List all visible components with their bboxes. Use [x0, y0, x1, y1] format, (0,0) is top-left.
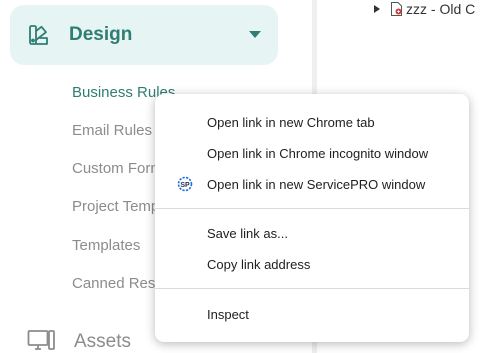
menu-item-open-servicepro[interactable]: SP Open link in new ServicePRO window [155, 170, 469, 198]
nav-section-assets-label: Assets [74, 331, 132, 352]
shared-file-icon [391, 2, 402, 16]
svg-text:SP: SP [180, 182, 190, 189]
swatch-palette-icon [29, 25, 48, 45]
menu-item-label: Copy link address [207, 256, 311, 272]
menu-item-open-new-tab[interactable]: Open link in new Chrome tab [155, 108, 469, 136]
context-menu: Open link in new Chrome tab Open link in… [155, 94, 469, 342]
menu-item-inspect[interactable]: Inspect [155, 300, 469, 328]
app-window: Design Business Rules Email Rules Custom… [0, 0, 486, 353]
menu-item-label: Open link in new Chrome tab [207, 114, 375, 130]
menu-item-label: Save link as... [207, 225, 288, 241]
nav-section-design[interactable]: Design [10, 5, 278, 65]
tree-row[interactable]: zzz - Old C [374, 0, 475, 18]
menu-item-label: Open link in new ServicePRO window [207, 176, 426, 192]
servicepro-icon: SP [177, 176, 193, 192]
chevron-down-icon[interactable] [249, 31, 261, 38]
expand-arrow-icon[interactable] [374, 5, 380, 13]
menu-separator [155, 288, 469, 289]
menu-item-open-incognito[interactable]: Open link in Chrome incognito window [155, 139, 469, 167]
menu-item-label: Open link in Chrome incognito window [207, 145, 429, 161]
menu-item-label: Inspect [207, 306, 249, 322]
tree-row-label: zzz - Old C [406, 1, 476, 17]
sidebar-item-email-rules[interactable]: Email Rules [72, 122, 152, 140]
menu-item-copy-link-address[interactable]: Copy link address [155, 250, 469, 278]
nav-section-design-label: Design [69, 24, 133, 45]
menu-item-save-link-as[interactable]: Save link as... [155, 219, 469, 247]
monitor-icon [27, 330, 55, 350]
sidebar-item-templates[interactable]: Templates [72, 237, 140, 255]
menu-separator [155, 208, 469, 209]
